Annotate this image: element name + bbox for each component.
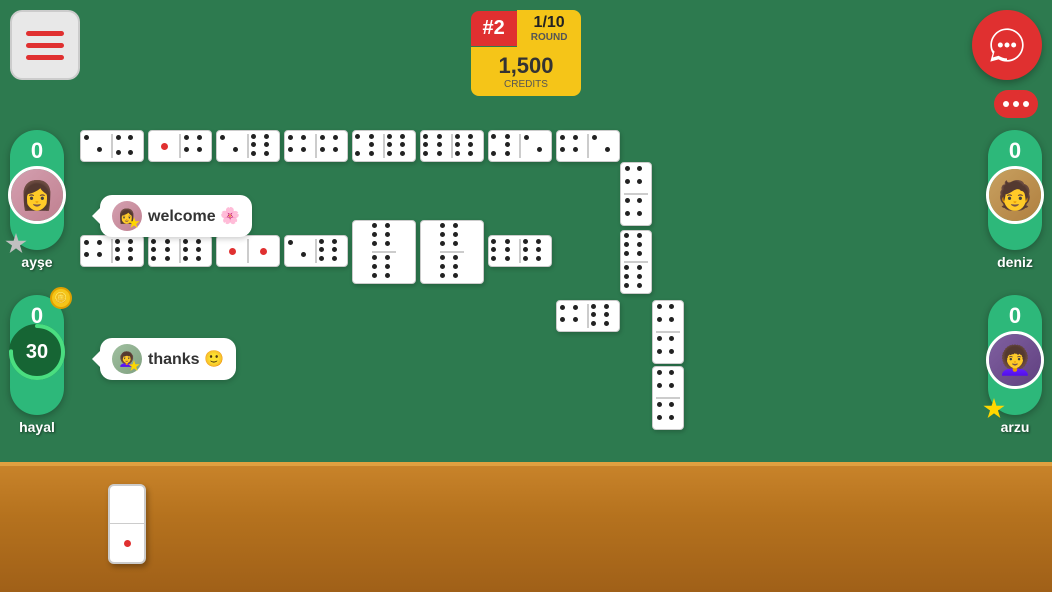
arzu-star — [983, 398, 1005, 420]
more-dot-3 — [1023, 101, 1029, 107]
menu-bar-3 — [26, 55, 64, 60]
domino-m7 — [488, 235, 552, 267]
domino-m4 — [284, 235, 348, 267]
domino-m3 — [216, 235, 280, 267]
deniz-score-pill: 0 🧑 — [988, 130, 1042, 250]
deniz-name: deniz — [997, 254, 1033, 270]
domino-m1 — [80, 235, 144, 267]
round-label: ROUND — [531, 32, 568, 43]
menu-bar-2 — [26, 43, 64, 48]
ayse-star — [5, 233, 27, 255]
domino-m5 — [352, 220, 416, 284]
deniz-score: 0 — [1009, 138, 1021, 164]
bubble-text-ayse: welcome 🌸 — [148, 206, 240, 226]
credits-label: CREDITS — [491, 79, 562, 90]
hand-tile[interactable] — [108, 484, 146, 564]
domino-m6 — [420, 220, 484, 284]
arzu-score-pill: 0 👩‍🦱 — [988, 295, 1042, 415]
ayse-score-pill: 0 👩 — [10, 130, 64, 250]
domino-br3 — [652, 366, 684, 430]
deniz-avatar: 🧑 — [986, 166, 1044, 224]
header: #2 1/10 ROUND 1,500 CREDITS — [0, 10, 1052, 96]
domino-v1 — [620, 162, 652, 226]
ayse-name: ayşe — [21, 254, 52, 270]
round-badge: #2 1/10 ROUND 1,500 CREDITS — [471, 10, 582, 96]
arzu-avatar: 👩‍🦱 — [986, 331, 1044, 389]
bubble-avatar-hayal: 👩‍🦱 — [112, 344, 142, 374]
domino-5 — [352, 130, 416, 162]
domino-7 — [488, 130, 552, 162]
bubble-text-hayal: thanks 🙂 — [148, 349, 224, 369]
credits-value: 1,500 — [498, 53, 553, 78]
domino-4 — [284, 130, 348, 162]
game-board: #2 1/10 ROUND 1,500 CREDITS — [0, 0, 1052, 592]
chat-button[interactable] — [972, 10, 1042, 80]
player-deniz: 0 🧑 deniz — [988, 130, 1042, 270]
chat-bubble-ayse: 👩 welcome 🌸 — [100, 195, 252, 237]
domino-3 — [216, 130, 280, 162]
player-hayal: 0 🪙 30 hayal — [10, 295, 64, 435]
domino-8 — [556, 130, 620, 162]
domino-m2 — [148, 235, 212, 267]
domino-1 — [80, 130, 144, 162]
domino-br2 — [652, 300, 684, 364]
ayse-avatar: 👩 — [8, 166, 66, 224]
more-options-button[interactable] — [994, 90, 1038, 118]
menu-bar-1 — [26, 31, 64, 36]
arzu-name: arzu — [1001, 419, 1030, 435]
badge-number: #2 — [471, 11, 517, 46]
menu-button[interactable] — [10, 10, 80, 80]
player-arzu: 0 👩‍🦱 arzu — [988, 295, 1042, 435]
round-info: 1/10 ROUND — [517, 10, 582, 47]
hayal-score-pill: 0 🪙 30 — [10, 295, 64, 415]
more-dot-1 — [1003, 101, 1009, 107]
hayal-name: hayal — [19, 419, 55, 435]
credits-display: 1,500 CREDITS — [471, 47, 582, 96]
coins-icon: 🪙 — [50, 287, 72, 309]
domino-v2 — [620, 230, 652, 294]
domino-2 — [148, 130, 212, 162]
chat-bubble-hayal: 👩‍🦱 thanks 🙂 — [100, 338, 236, 380]
more-dot-2 — [1013, 101, 1019, 107]
ayse-score: 0 — [31, 138, 43, 164]
hayal-timer: 30 — [26, 341, 48, 364]
player-ayse: 0 👩 ayşe — [10, 130, 64, 270]
round-current: 1/10 — [534, 14, 565, 32]
domino-6 — [420, 130, 484, 162]
bubble-avatar-ayse: 👩 — [112, 201, 142, 231]
wooden-tray — [0, 462, 1052, 592]
arzu-score: 0 — [1009, 303, 1021, 329]
domino-br1 — [556, 300, 620, 332]
chat-icon — [987, 25, 1027, 65]
